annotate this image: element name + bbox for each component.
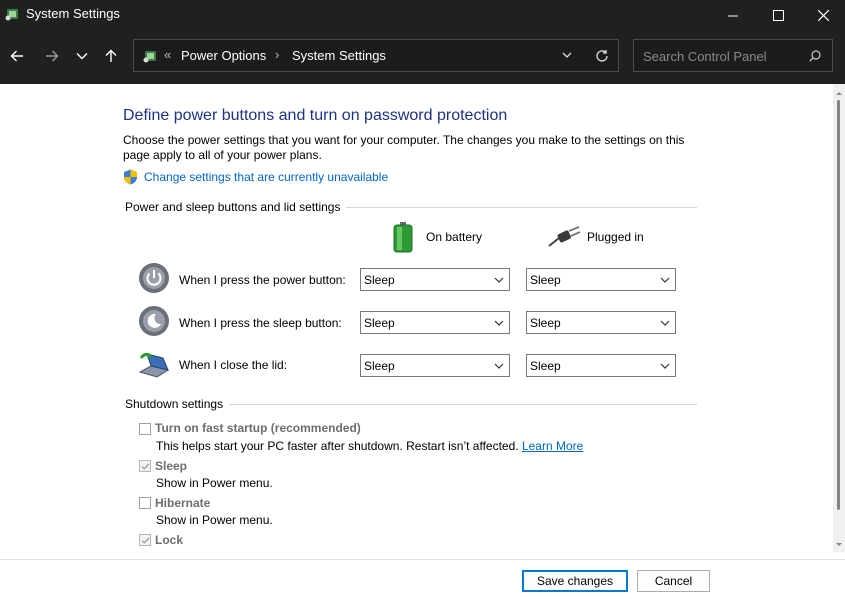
refresh-icon[interactable] xyxy=(595,49,609,63)
back-arrow-icon xyxy=(10,50,23,62)
control-panel-icon xyxy=(5,9,18,21)
lock-checkbox[interactable] xyxy=(139,534,151,546)
breadcrumb-power-options[interactable]: Power Options xyxy=(181,48,266,63)
control-panel-icon xyxy=(143,51,156,63)
chevron-down-icon xyxy=(660,363,670,369)
sleep-button-plugged-select[interactable]: Sleep xyxy=(526,311,676,334)
search-box[interactable]: Search Control Panel xyxy=(633,39,833,72)
power-button-icon xyxy=(139,263,169,293)
laptop-lid-icon xyxy=(138,352,169,378)
recent-locations-button[interactable] xyxy=(69,43,95,69)
select-value: Sleep xyxy=(530,359,561,373)
close-lid-label: When I close the lid: xyxy=(179,358,288,372)
forward-button[interactable] xyxy=(39,43,65,69)
page-description: Choose the power settings that you want … xyxy=(123,133,685,162)
breadcrumb-system-settings[interactable]: System Settings xyxy=(292,48,386,63)
chevron-down-icon xyxy=(76,53,88,60)
close-lid-battery-select[interactable]: Sleep xyxy=(360,354,510,377)
up-arrow-icon xyxy=(105,49,117,62)
sleep-checkbox[interactable] xyxy=(139,460,151,472)
cancel-button[interactable]: Cancel xyxy=(637,570,710,592)
battery-icon xyxy=(393,222,413,253)
fast-startup-checkbox[interactable] xyxy=(139,423,151,435)
select-value: Sleep xyxy=(530,273,561,287)
sleep-description: Show in Power menu. xyxy=(156,476,273,490)
fast-startup-description: This helps start your PC faster after sh… xyxy=(156,439,583,453)
close-button[interactable] xyxy=(800,0,845,31)
scroll-down-icon[interactable] xyxy=(834,540,844,550)
lock-label: Lock xyxy=(155,533,184,547)
power-button-plugged-select[interactable]: Sleep xyxy=(526,268,676,291)
plugged-in-header: Plugged in xyxy=(587,230,644,244)
save-changes-button[interactable]: Save changes xyxy=(522,570,628,592)
chevron-down-icon xyxy=(660,320,670,326)
minimize-icon xyxy=(728,15,738,16)
power-plug-icon xyxy=(548,226,581,247)
search-placeholder: Search Control Panel xyxy=(643,49,767,64)
address-dropdown-icon[interactable] xyxy=(562,52,572,59)
title-bar: System Settings xyxy=(0,0,845,31)
maximize-icon xyxy=(772,10,784,21)
minimize-button[interactable] xyxy=(710,0,756,31)
footer xyxy=(0,560,845,599)
back-button[interactable] xyxy=(4,43,30,69)
address-bar[interactable]: « Power Options › System Settings xyxy=(133,39,619,72)
chevron-down-icon xyxy=(494,277,504,283)
checkmark-icon xyxy=(141,537,150,544)
hibernate-description: Show in Power menu. xyxy=(156,513,273,527)
select-value: Sleep xyxy=(364,273,395,287)
uac-shield-icon xyxy=(124,169,137,185)
chevron-down-icon xyxy=(660,277,670,283)
scroll-up-icon[interactable] xyxy=(834,88,844,98)
close-icon xyxy=(817,10,829,21)
shutdown-section-label: Shutdown settings xyxy=(125,397,230,411)
select-value: Sleep xyxy=(364,316,395,330)
power-button-label: When I press the power button: xyxy=(179,273,346,287)
fast-startup-desc-text: This helps start your PC faster after sh… xyxy=(156,439,519,453)
on-battery-header: On battery xyxy=(426,230,483,244)
close-lid-plugged-select[interactable]: Sleep xyxy=(526,354,676,377)
page-heading: Define power buttons and turn on passwor… xyxy=(123,107,508,124)
chevron-down-icon xyxy=(494,320,504,326)
search-icon[interactable] xyxy=(809,50,821,62)
checkmark-icon xyxy=(141,463,150,470)
change-unavailable-settings-link[interactable]: Change settings that are currently unava… xyxy=(144,170,388,184)
hibernate-label: Hibernate xyxy=(155,496,211,510)
power-button-battery-select[interactable]: Sleep xyxy=(360,268,510,291)
maximize-button[interactable] xyxy=(755,0,801,31)
sleep-button-battery-select[interactable]: Sleep xyxy=(360,311,510,334)
scrollbar-thumb[interactable] xyxy=(837,100,840,510)
select-value: Sleep xyxy=(530,316,561,330)
chevron-down-icon xyxy=(494,363,504,369)
select-value: Sleep xyxy=(364,359,395,373)
forward-arrow-icon xyxy=(46,50,59,62)
up-button[interactable] xyxy=(98,43,124,69)
fast-startup-label: Turn on fast startup (recommended) xyxy=(155,421,361,435)
sleep-button-label: When I press the sleep button: xyxy=(179,316,342,330)
breadcrumb-separator: › xyxy=(275,47,280,62)
hibernate-checkbox[interactable] xyxy=(139,497,151,509)
sleep-button-icon xyxy=(139,306,169,336)
window-title: System Settings xyxy=(26,6,120,21)
power-section-label: Power and sleep buttons and lid settings xyxy=(125,200,347,214)
sleep-label: Sleep xyxy=(155,459,188,473)
breadcrumb-overflow[interactable]: « xyxy=(164,47,171,62)
learn-more-link[interactable]: Learn More xyxy=(522,439,583,453)
